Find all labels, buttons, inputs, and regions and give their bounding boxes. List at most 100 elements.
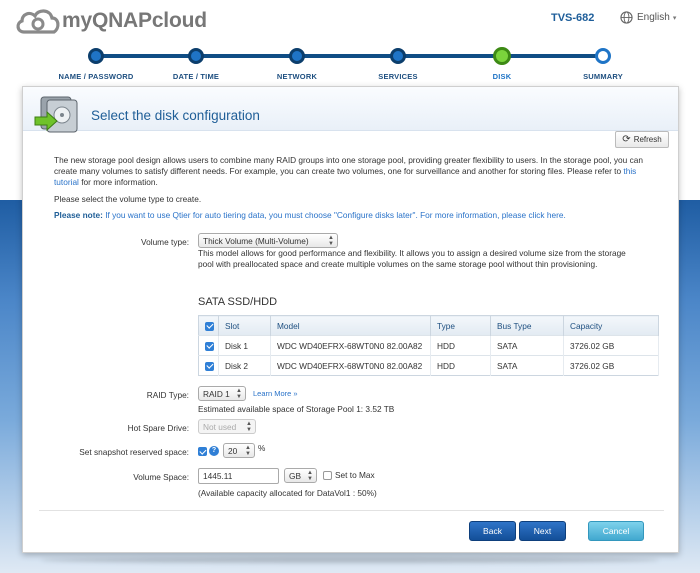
chevron-down-icon: ▾: [672, 14, 677, 22]
disk-config-panel: Select the disk configuration ⟳ Refresh …: [22, 86, 679, 553]
step-dot-date-time: [188, 48, 204, 64]
step-dot-name-password: [88, 48, 104, 64]
volume-type-label: Volume type:: [141, 237, 189, 247]
cell-type: HDD: [430, 355, 491, 376]
select-arrows-icon: ▲ ▼: [246, 420, 252, 433]
col-type: Type: [430, 315, 491, 336]
cell-type: HDD: [430, 335, 491, 356]
cancel-button[interactable]: Cancel: [588, 521, 644, 541]
row-select-cell[interactable]: [198, 335, 219, 356]
snapshot-percent-select[interactable]: 20 ▲ ▼: [223, 443, 255, 458]
divider: [39, 510, 664, 511]
volume-unit-select[interactable]: GB ▲ ▼: [284, 468, 317, 483]
step-label-name-password: NAME / PASSWORD: [58, 72, 134, 81]
select-arrows-icon: ▲ ▼: [245, 444, 251, 457]
cell-bus: SATA: [490, 355, 564, 376]
step-dot-services: [390, 48, 406, 64]
device-name: TVS-682: [551, 12, 595, 24]
intro-text: The new storage pool design allows users…: [54, 155, 659, 189]
set-to-max-checkbox[interactable]: [323, 470, 332, 480]
volume-space-input[interactable]: 1445.11: [198, 468, 279, 484]
panel-header: Select the disk configuration: [23, 87, 678, 133]
table-row[interactable]: Disk 1 WDC WD40EFRX-68WT0N0 82.00A82 HDD…: [198, 335, 659, 356]
disk-config-icon: [34, 96, 78, 133]
intro-tail: for more information.: [81, 177, 158, 188]
estimated-space: Estimated available space of Storage Poo…: [198, 404, 395, 414]
col-bus-type: Bus Type: [490, 315, 564, 336]
language-selector[interactable]: English ▾: [620, 11, 676, 24]
info-icon[interactable]: ?: [209, 446, 219, 456]
hot-spare-value: Not used: [203, 421, 237, 432]
learn-more-link[interactable]: Learn More »: [253, 389, 298, 398]
table-header-row: Slot Model Type Bus Type Capacity: [198, 315, 659, 336]
raid-type-label: RAID Type:: [146, 390, 189, 400]
select-arrows-icon: ▲ ▼: [236, 387, 242, 400]
refresh-icon: ⟳: [622, 134, 631, 145]
volume-type-description: This model allows for good performance a…: [198, 248, 626, 269]
note-text: If you want to use Qtier for auto tierin…: [105, 210, 545, 220]
language-label: English: [637, 12, 670, 23]
step-label-summary: SUMMARY: [583, 72, 623, 81]
volume-type-value: Thick Volume (Multi-Volume): [203, 235, 309, 246]
header: myQNAPcloud TVS-682 English ▾ NAME / PAS…: [0, 0, 700, 95]
col-capacity: Capacity: [563, 315, 659, 336]
page-title: Select the disk configuration: [91, 108, 260, 123]
logo: myQNAPcloud: [14, 6, 207, 36]
snapshot-unit: %: [258, 443, 266, 453]
note-label: Please note:: [54, 210, 103, 220]
next-button[interactable]: Next: [519, 521, 566, 541]
col-slot: Slot: [218, 315, 271, 336]
volume-unit-value: GB: [289, 470, 301, 481]
set-to-max-label: Set to Max: [335, 470, 375, 480]
cell-model: WDC WD40EFRX-68WT0N0 82.00A82: [270, 355, 431, 376]
stepper-track: [96, 54, 602, 58]
volume-type-select[interactable]: Thick Volume (Multi-Volume) ▲ ▼: [198, 233, 338, 248]
snapshot-checkbox[interactable]: [198, 447, 207, 456]
hot-spare-select[interactable]: Not used ▲ ▼: [198, 419, 256, 434]
refresh-label: Refresh: [633, 135, 662, 144]
step-label-disk: DISK: [492, 72, 512, 81]
col-model: Model: [270, 315, 431, 336]
snapshot-value: 20: [228, 445, 238, 456]
refresh-button[interactable]: ⟳ Refresh: [615, 131, 669, 148]
intro-body: The new storage pool design allows users…: [54, 155, 643, 177]
select-volume-message: Please select the volume type to create.: [54, 194, 202, 204]
cloud-logo-icon: [16, 9, 60, 34]
setup-stepper: NAME / PASSWORD DATE / TIME NETWORK SERV…: [0, 44, 700, 84]
set-to-max-option[interactable]: Set to Max: [323, 470, 375, 480]
sata-section-title: SATA SSD/HDD: [198, 296, 278, 308]
step-dot-disk: [493, 47, 511, 65]
cell-slot: Disk 2: [218, 355, 271, 376]
globe-icon: [620, 11, 633, 24]
hot-spare-label: Hot Spare Drive:: [127, 423, 189, 433]
step-dot-summary: [595, 48, 611, 64]
select-arrows-icon: ▲ ▼: [307, 469, 313, 482]
here-link[interactable]: here: [547, 210, 564, 220]
select-arrows-icon: ▲ ▼: [328, 234, 334, 247]
step-label-network: NETWORK: [276, 72, 318, 81]
row-select-cell[interactable]: [198, 355, 219, 376]
disk-table: Slot Model Type Bus Type Capacity Disk 1…: [198, 315, 659, 376]
back-button[interactable]: Back: [469, 521, 516, 541]
cell-capacity: 3726.02 GB: [563, 355, 659, 376]
select-all-cell[interactable]: [198, 315, 219, 336]
available-capacity-note: (Available capacity allocated for DataVo…: [198, 488, 377, 498]
cell-bus: SATA: [490, 335, 564, 356]
select-all-checkbox[interactable]: [205, 321, 214, 331]
raid-type-select[interactable]: RAID 1 ▲ ▼: [198, 386, 246, 401]
cell-capacity: 3726.02 GB: [563, 335, 659, 356]
snapshot-label: Set snapshot reserved space:: [79, 447, 189, 457]
note-tail: .: [563, 210, 566, 220]
qtier-note: Please note: If you want to use Qtier fo…: [54, 210, 566, 220]
step-label-services: SERVICES: [378, 72, 418, 81]
disk-1-checkbox[interactable]: [205, 341, 214, 351]
table-row[interactable]: Disk 2 WDC WD40EFRX-68WT0N0 82.00A82 HDD…: [198, 355, 659, 376]
logo-text: myQNAPcloud: [62, 9, 207, 32]
cell-model: WDC WD40EFRX-68WT0N0 82.00A82: [270, 335, 431, 356]
cell-slot: Disk 1: [218, 335, 271, 356]
disk-2-checkbox[interactable]: [205, 361, 214, 371]
step-label-date-time: DATE / TIME: [172, 72, 220, 81]
step-dot-network: [289, 48, 305, 64]
panel-shadow: [40, 557, 660, 563]
volume-space-label: Volume Space:: [133, 472, 189, 482]
